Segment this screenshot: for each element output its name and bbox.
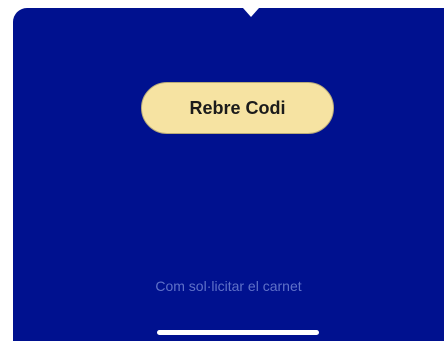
receive-code-button-label: Rebre Codi xyxy=(189,97,286,118)
app-screen: Rebre Codi Com sol·licitar el carnet xyxy=(13,8,444,341)
home-indicator-bar[interactable] xyxy=(157,330,319,335)
receive-code-button[interactable]: Rebre Codi xyxy=(141,82,334,134)
how-to-request-card-link[interactable]: Com sol·licitar el carnet xyxy=(13,278,444,294)
top-notch-indicator xyxy=(243,8,259,17)
